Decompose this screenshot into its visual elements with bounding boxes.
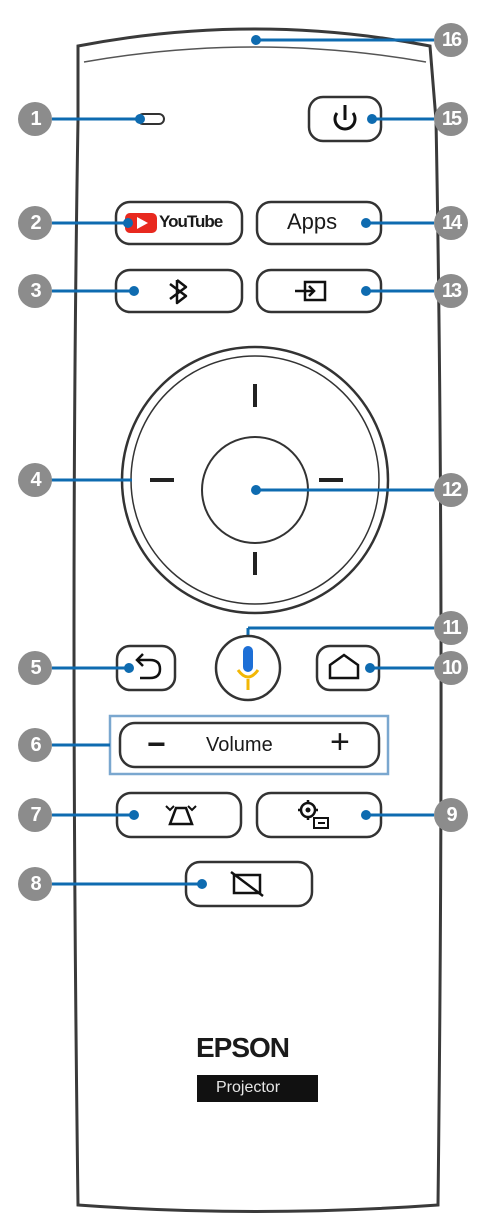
callout-7: 7 xyxy=(18,798,52,832)
callout-12: 12 xyxy=(434,473,468,507)
volume-plus-label[interactable]: + xyxy=(330,723,350,762)
brand-product: Projector xyxy=(216,1079,281,1096)
callout-1: 1 xyxy=(18,102,52,136)
callout-5: 5 xyxy=(18,651,52,685)
volume-label: Volume xyxy=(206,734,273,756)
callout-6: 6 xyxy=(18,728,52,762)
callout-13: 13 xyxy=(434,274,468,308)
callout-9: 9 xyxy=(434,798,468,832)
callout-16: 16 xyxy=(434,23,468,57)
callout-4: 4 xyxy=(18,463,52,497)
callout-15: 15 xyxy=(434,102,468,136)
callout-14: 14 xyxy=(434,206,468,240)
callout-10: 10 xyxy=(434,651,468,685)
callout-3: 3 xyxy=(18,274,52,308)
microphone-button[interactable] xyxy=(214,634,282,702)
apps-label: Apps xyxy=(287,209,338,234)
callout-11: 11 xyxy=(434,611,468,645)
brand-name: EPSON xyxy=(196,1032,290,1063)
callout-8: 8 xyxy=(18,867,52,901)
youtube-label: YouTube xyxy=(159,212,223,231)
callout-2: 2 xyxy=(18,206,52,240)
volume-minus-label[interactable]: − xyxy=(147,726,166,763)
